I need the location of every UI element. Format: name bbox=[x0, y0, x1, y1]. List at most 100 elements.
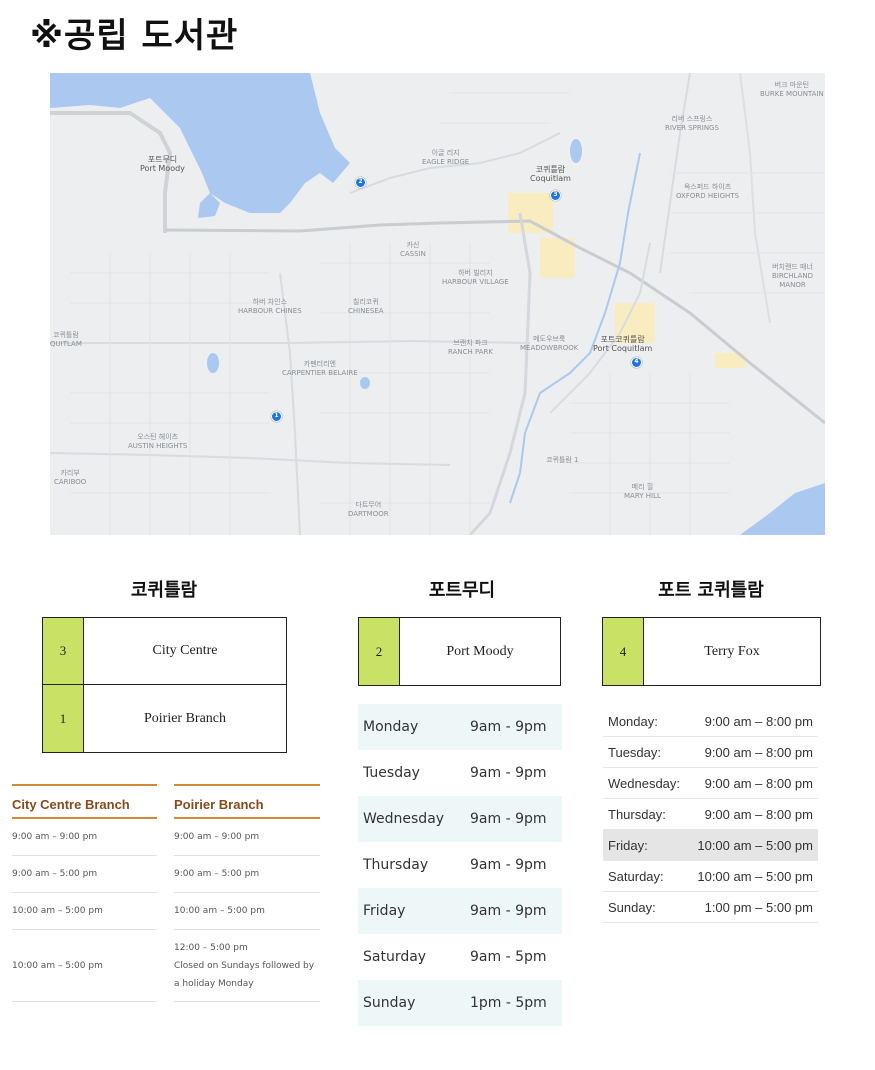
map[interactable]: 포트무디 Port Moody 코퀴틀람 Coquitlam 포트코퀴틀람 Port … bbox=[50, 73, 825, 535]
hours-row: 9:00 am – 9:00 pm bbox=[12, 819, 157, 856]
time-value: 10:00 am – 5:00 pm bbox=[697, 837, 813, 853]
map-label: 다트무어 DARTMOOR bbox=[348, 501, 389, 518]
time-value: 1pm - 5pm bbox=[470, 995, 547, 1011]
column-title-coquitlam: 코퀴틀람 bbox=[130, 580, 198, 601]
hours-row: Wednesday 9am - 9pm bbox=[358, 796, 562, 842]
page-title: ※공립 도서관 bbox=[30, 16, 239, 56]
time-value: 10:00 am – 5:00 pm bbox=[697, 868, 813, 884]
branch-name: City Centre bbox=[83, 617, 287, 685]
hours-row: 10:00 am – 5:00 pm bbox=[12, 930, 157, 1002]
day-label: Saturday bbox=[363, 949, 427, 965]
day-label: Friday bbox=[363, 903, 406, 919]
map-label: 리버 스프링스 RIVER SPRINGS bbox=[665, 115, 719, 132]
hours-row: Thursday: 9:00 am – 8:00 pm bbox=[603, 799, 818, 830]
branch-number: 4 bbox=[602, 617, 644, 686]
hours-row-highlighted: Friday: 10:00 am – 5:00 pm bbox=[603, 830, 818, 861]
port-moody-branch-table: 2 Port Moody bbox=[358, 617, 561, 686]
branch-number: 3 bbox=[42, 617, 84, 685]
hours-heading: Poirier Branch bbox=[174, 784, 320, 819]
time-value: 9am - 9pm bbox=[470, 765, 547, 781]
day-label: Monday bbox=[363, 719, 419, 735]
day-label: Saturday: bbox=[608, 868, 664, 884]
hours-row: Monday: 9:00 am – 8:00 pm bbox=[603, 706, 818, 737]
map-label: 코퀴틀람 Coquitlam bbox=[530, 165, 571, 183]
time-value: 9:00 am – 8:00 pm bbox=[704, 744, 813, 760]
branch-row: 1 Poirier Branch bbox=[42, 684, 287, 753]
port-coquitlam-branch-table: 4 Terry Fox bbox=[602, 617, 821, 686]
hours-row: Friday 9am - 9pm bbox=[358, 888, 562, 934]
time-value: 9am - 9pm bbox=[470, 903, 547, 919]
hours-row: 10:00 am – 5:00 pm bbox=[174, 893, 320, 930]
day-label: Tuesday bbox=[363, 765, 420, 781]
map-label: 버치랜드 매너 BIRCHLAND MANOR bbox=[771, 263, 813, 289]
hours-row: 9:00 am – 9:00 pm bbox=[174, 819, 320, 856]
map-marker-3[interactable]: 3 bbox=[550, 190, 561, 201]
hours-row: Sunday 1pm - 5pm bbox=[358, 980, 562, 1026]
time-value: 9:00 am – 8:00 pm bbox=[704, 806, 813, 822]
day-label: Friday: bbox=[608, 837, 648, 853]
city-centre-hours: City Centre Branch 9:00 am – 9:00 pm 9:0… bbox=[12, 784, 157, 1002]
hours-text: 12:00 – 5:00 pm bbox=[174, 943, 248, 953]
map-label: 코퀴틀람 QUITLAM bbox=[50, 331, 82, 348]
hours-note: Closed on Sundays followed by a holiday … bbox=[174, 961, 315, 989]
day-label: Wednesday: bbox=[608, 775, 681, 791]
branch-number: 1 bbox=[42, 684, 84, 753]
map-graphic bbox=[50, 73, 825, 535]
map-marker-4[interactable]: 4 bbox=[631, 357, 642, 368]
port-coquitlam-hours: Monday: 9:00 am – 8:00 pm Tuesday: 9:00 am… bbox=[603, 706, 818, 923]
time-value: 1:00 pm – 5:00 pm bbox=[704, 899, 813, 915]
day-label: Thursday bbox=[363, 857, 429, 873]
hours-row: Thursday 9am - 9pm bbox=[358, 842, 562, 888]
map-label: 브랜치 파크 RANCH PARK bbox=[448, 339, 493, 356]
hours-row: 9:00 am – 5:00 pm bbox=[12, 856, 157, 893]
map-label: 칠리코퀴 CHINESEA bbox=[348, 298, 384, 315]
hours-row: Saturday 9am - 5pm bbox=[358, 934, 562, 980]
port-moody-hours: Monday 9am - 9pm Tuesday 9am - 9pm Wednesd… bbox=[358, 704, 562, 1026]
branch-number: 2 bbox=[358, 617, 400, 686]
map-label: 카신 CASSIN bbox=[400, 241, 426, 258]
hours-row: 10:00 am – 5:00 pm bbox=[12, 893, 157, 930]
branch-row: 2 Port Moody bbox=[358, 617, 561, 686]
branch-name: Poirier Branch bbox=[83, 684, 287, 753]
map-label: 카펜터리엔 CARPENTIER BELAIRE bbox=[282, 360, 358, 377]
map-marker-2[interactable]: 2 bbox=[355, 177, 366, 188]
time-value: 9:00 am – 8:00 pm bbox=[704, 775, 813, 791]
time-value: 9am - 9pm bbox=[470, 719, 547, 735]
map-label: 포트코퀴틀람 Port Coquitlam bbox=[593, 335, 653, 353]
time-value: 9am - 9pm bbox=[470, 811, 547, 827]
column-title-port-coquitlam: 포트 코퀴틀람 bbox=[658, 580, 764, 601]
time-value: 9:00 am – 8:00 pm bbox=[704, 713, 813, 729]
coquitlam-branch-table: 3 City Centre 1 Poirier Branch bbox=[42, 617, 287, 753]
map-label: 메도우브룩 MEADOWBROOK bbox=[520, 335, 579, 352]
hours-row: Sunday: 1:00 pm – 5:00 pm bbox=[603, 892, 818, 923]
map-label: 포트무디 Port Moody bbox=[140, 155, 185, 173]
map-label: 옥스퍼드 하이츠 OXFORD HEIGHTS bbox=[676, 183, 740, 200]
map-label: 이글 리지 EAGLE RIDGE bbox=[422, 149, 470, 166]
map-marker-1[interactable]: 1 bbox=[271, 411, 282, 422]
day-label: Tuesday: bbox=[608, 744, 661, 760]
hours-row: Tuesday 9am - 9pm bbox=[358, 750, 562, 796]
day-label: Sunday: bbox=[608, 899, 656, 915]
hours-row: Tuesday: 9:00 am – 8:00 pm bbox=[603, 737, 818, 768]
map-label: 메리 힐 MARY HILL bbox=[624, 483, 661, 500]
branch-row: 3 City Centre bbox=[42, 617, 287, 685]
day-label: Thursday: bbox=[608, 806, 666, 822]
hours-row: Monday 9am - 9pm bbox=[358, 704, 562, 750]
day-label: Monday: bbox=[608, 713, 658, 729]
hours-row: 9:00 am – 5:00 pm bbox=[174, 856, 320, 893]
map-label: 코퀴틀람 1 bbox=[546, 456, 579, 464]
poirier-hours: Poirier Branch 9:00 am – 9:00 pm 9:00 am… bbox=[174, 784, 320, 1002]
map-label: 하버 빌리지 HARBOUR VILLAGE bbox=[442, 269, 509, 286]
map-label: 버크 마운틴 BURKE MOUNTAIN bbox=[760, 81, 824, 98]
hours-row: 12:00 – 5:00 pm Closed on Sundays follow… bbox=[174, 930, 320, 1002]
hours-row: Saturday: 10:00 am – 5:00 pm bbox=[603, 861, 818, 892]
branch-row: 4 Terry Fox bbox=[602, 617, 821, 686]
time-value: 9am - 9pm bbox=[470, 857, 547, 873]
map-label: 하버 차인스 HARBOUR CHINES bbox=[238, 298, 302, 315]
day-label: Sunday bbox=[363, 995, 416, 1011]
map-label: 오스틴 헤이츠 AUSTIN HEIGHTS bbox=[128, 433, 188, 450]
branch-name: Terry Fox bbox=[643, 617, 821, 686]
day-label: Wednesday bbox=[363, 811, 445, 827]
column-title-port-moody: 포트무디 bbox=[428, 580, 496, 601]
branch-name: Port Moody bbox=[399, 617, 561, 686]
